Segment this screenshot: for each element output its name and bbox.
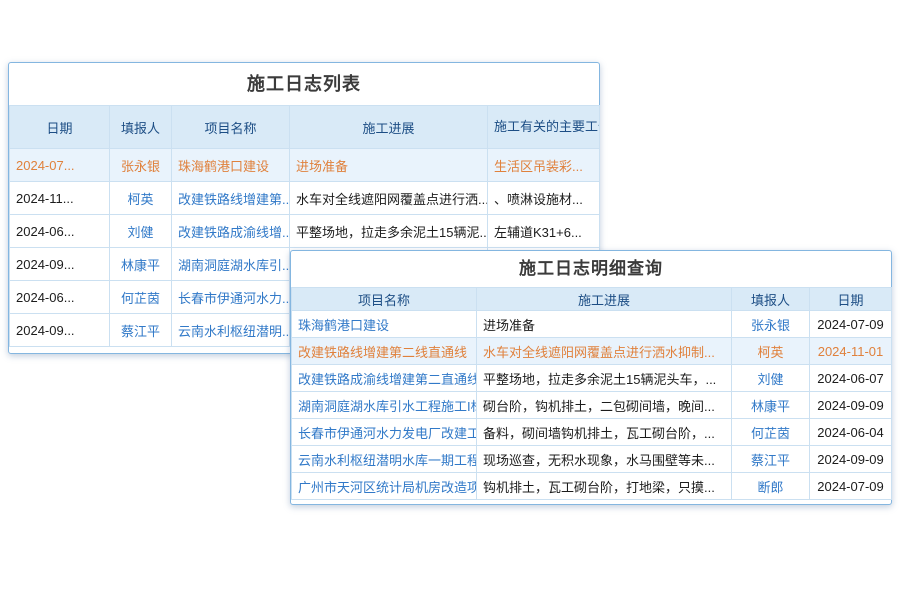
project-cell[interactable]: 珠海鹤港口建设 [292,311,477,338]
table-row[interactable]: 珠海鹤港口建设进场准备张永银2024-07-09 [292,311,892,338]
date-cell: 2024-09-09 [810,392,892,419]
table-row[interactable]: 2024-11...柯英改建铁路线增建第...水车对全线遮阳网覆盖点进行洒...… [10,182,600,215]
detail-col-project: 项目名称 [292,288,477,311]
date-cell: 2024-07-09 [810,473,892,500]
date-cell: 2024-07... [10,149,110,182]
progress-cell: 进场准备 [290,149,488,182]
table-row[interactable]: 长春市伊通河水力发电厂改建工程备料，砌间墙钩机排土，瓦工砌台阶，...何芷茵20… [292,419,892,446]
detail-body: 珠海鹤港口建设进场准备张永银2024-07-09改建铁路线增建第二线直通线（成都… [292,311,892,500]
date-cell: 2024-06-07 [810,365,892,392]
detail-col-date: 日期 [810,288,892,311]
reporter-cell[interactable]: 蔡江平 [110,314,172,347]
table-row[interactable]: 2024-07...张永银珠海鹤港口建设进场准备生活区吊装彩... [10,149,600,182]
construction-log-detail-panel: 施工日志明细查询 项目名称 施工进展 填报人 日期 珠海鹤港口建设进场准备张永银… [290,250,892,505]
reporter-cell[interactable]: 刘健 [110,215,172,248]
reporter-cell[interactable]: 张永银 [110,149,172,182]
date-cell: 2024-09... [10,314,110,347]
log-list-col-reporter: 填报人 [110,106,172,149]
reporter-cell[interactable]: 林康平 [732,392,810,419]
main-work-cell: 左辅道K31+6... [488,215,600,248]
date-cell: 2024-06-04 [810,419,892,446]
detail-col-progress: 施工进展 [477,288,732,311]
date-cell: 2024-06... [10,281,110,314]
main-work-cell: 、喷淋设施材... [488,182,600,215]
project-cell[interactable]: 长春市伊通河水力发电厂改建工程 [292,419,477,446]
project-cell[interactable]: 改建铁路成渝线增... [172,215,290,248]
date-cell: 2024-07-09 [810,311,892,338]
date-cell: 2024-06... [10,215,110,248]
reporter-cell[interactable]: 断郎 [732,473,810,500]
date-cell: 2024-09... [10,248,110,281]
progress-cell: 砌台阶，钩机排土，二包砌间墙，晚间... [477,392,732,419]
log-list-col-main-work: 施工有关的主要工作 [488,106,600,149]
project-cell[interactable]: 湖南洞庭湖水库引... [172,248,290,281]
detail-table: 项目名称 施工进展 填报人 日期 珠海鹤港口建设进场准备张永银2024-07-0… [291,287,892,500]
project-cell[interactable]: 珠海鹤港口建设 [172,149,290,182]
date-cell: 2024-11... [10,182,110,215]
log-list-col-progress: 施工进展 [290,106,488,149]
date-cell: 2024-11-01 [810,338,892,365]
progress-cell: 平整场地，拉走多余泥土15辆泥... [290,215,488,248]
reporter-cell[interactable]: 蔡江平 [732,446,810,473]
reporter-cell[interactable]: 何芷茵 [732,419,810,446]
table-row[interactable]: 2024-06...刘健改建铁路成渝线增...平整场地，拉走多余泥土15辆泥..… [10,215,600,248]
project-cell[interactable]: 改建铁路成渝线增建第二直通线（成渝 [292,365,477,392]
main-work-cell: 生活区吊装彩... [488,149,600,182]
project-cell[interactable]: 长春市伊通河水力... [172,281,290,314]
reporter-cell[interactable]: 林康平 [110,248,172,281]
detail-col-reporter: 填报人 [732,288,810,311]
log-list-col-project: 项目名称 [172,106,290,149]
progress-cell: 现场巡查，无积水现象，水马围壁等未... [477,446,732,473]
table-row[interactable]: 湖南洞庭湖水库引水工程施工I标砌台阶，钩机排土，二包砌间墙，晚间...林康平20… [292,392,892,419]
project-cell[interactable]: 广州市天河区统计局机房改造项目 [292,473,477,500]
table-row[interactable]: 改建铁路线增建第二线直通线（成都-西水车对全线遮阳网覆盖点进行洒水抑制...柯英… [292,338,892,365]
reporter-cell[interactable]: 何芷茵 [110,281,172,314]
progress-cell: 备料，砌间墙钩机排土，瓦工砌台阶，... [477,419,732,446]
project-cell[interactable]: 改建铁路线增建第... [172,182,290,215]
log-list-col-date: 日期 [10,106,110,149]
reporter-cell[interactable]: 刘健 [732,365,810,392]
progress-cell: 水车对全线遮阳网覆盖点进行洒水抑制... [477,338,732,365]
date-cell: 2024-09-09 [810,446,892,473]
progress-cell: 水车对全线遮阳网覆盖点进行洒... [290,182,488,215]
reporter-cell[interactable]: 柯英 [732,338,810,365]
reporter-cell[interactable]: 张永银 [732,311,810,338]
detail-header-row: 项目名称 施工进展 填报人 日期 [292,288,892,311]
table-row[interactable]: 广州市天河区统计局机房改造项目钩机排土，瓦工砌台阶，打地梁，只摸...断郎202… [292,473,892,500]
table-row[interactable]: 改建铁路成渝线增建第二直通线（成渝平整场地，拉走多余泥土15辆泥头车，...刘健… [292,365,892,392]
project-cell[interactable]: 云南水利枢纽潜明水库一期工程施工I标 [292,446,477,473]
table-row[interactable]: 云南水利枢纽潜明水库一期工程施工I标现场巡查，无积水现象，水马围壁等未...蔡江… [292,446,892,473]
reporter-cell[interactable]: 柯英 [110,182,172,215]
log-list-title: 施工日志列表 [9,63,599,105]
project-cell[interactable]: 云南水利枢纽潜明... [172,314,290,347]
project-cell[interactable]: 湖南洞庭湖水库引水工程施工I标 [292,392,477,419]
progress-cell: 进场准备 [477,311,732,338]
progress-cell: 平整场地，拉走多余泥土15辆泥头车，... [477,365,732,392]
project-cell[interactable]: 改建铁路线增建第二线直通线（成都-西 [292,338,477,365]
log-list-header-row: 日期 填报人 项目名称 施工进展 施工有关的主要工作 [10,106,600,149]
detail-title: 施工日志明细查询 [291,251,891,287]
progress-cell: 钩机排土，瓦工砌台阶，打地梁，只摸... [477,473,732,500]
